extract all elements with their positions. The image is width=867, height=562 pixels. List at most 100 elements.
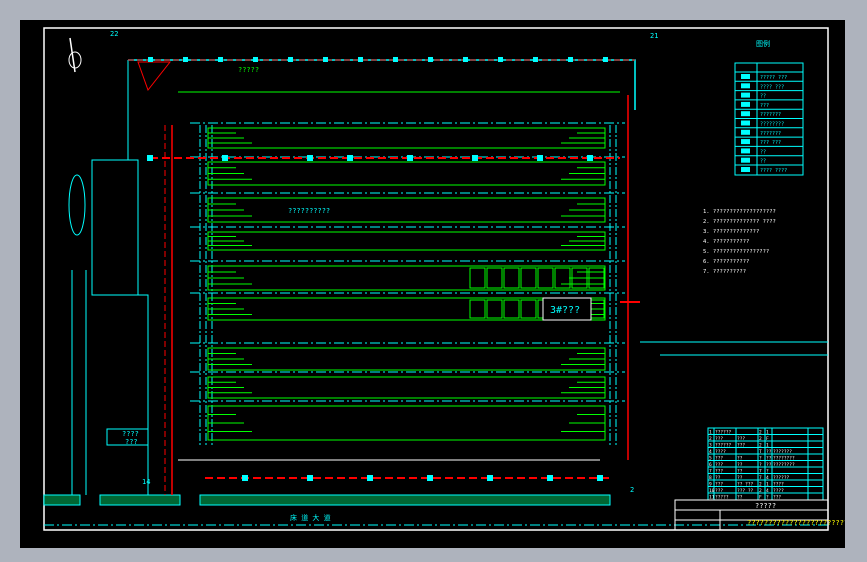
legend-symbol-icon — [741, 101, 750, 107]
hydrant-icon — [307, 475, 313, 481]
legend-row-label: ??? — [760, 103, 769, 109]
top-note: ????? — [238, 66, 259, 74]
stack-block — [503, 299, 520, 319]
legend-title: 图例 — [756, 39, 770, 48]
top-hydrant-icon — [393, 57, 398, 62]
bottom-mark: 2 — [630, 486, 634, 494]
legend-row-label: ??????? — [760, 112, 781, 118]
legend-symbol-icon — [741, 167, 750, 172]
axis-label-14: 14 — [142, 478, 150, 486]
legend-symbol-icon — [741, 92, 750, 98]
legend-symbol-icon — [741, 120, 750, 126]
note-line: 4. ??????????? — [703, 239, 749, 245]
hydrant-icon — [367, 475, 373, 481]
stack-block — [520, 267, 537, 289]
note-line: 1. ??????????????????? — [703, 209, 776, 215]
hydrant-icon — [407, 155, 413, 161]
legend-row-label: ????? ??? — [760, 75, 787, 81]
hydrant-icon — [587, 155, 593, 161]
bay-row-5 — [207, 265, 606, 291]
legend-row-label: ??????? — [760, 131, 781, 137]
center-note: ?????????? — [288, 207, 330, 215]
top-hydrant-icon — [428, 57, 433, 62]
north-arrow-icon — [68, 37, 82, 73]
hatched-area — [137, 61, 172, 92]
stack-block — [486, 267, 503, 289]
note-line: 5. ????????????????? — [703, 249, 769, 255]
hydrant-icon — [547, 475, 553, 481]
note-line: 6. ??????????? — [703, 259, 749, 265]
legend-row-label: ???? ???? — [760, 168, 787, 174]
hydrant-icon — [487, 475, 493, 481]
title-project: ???????????????????????? — [747, 519, 845, 527]
annex-building — [91, 159, 139, 296]
note-line: 2. ?????????????? ???? — [703, 219, 776, 225]
tank — [68, 174, 86, 236]
hydrant-icon — [472, 155, 478, 161]
road-curb-0 — [43, 494, 81, 506]
site-plan-drawing[interactable]: 22 21 14 ????? ?????????? 3#??? ???? ???… — [20, 20, 845, 548]
top-hydrant-icon — [358, 57, 363, 62]
legend-symbol-icon — [741, 139, 750, 145]
note-line: 3. ?????????????? — [703, 229, 759, 235]
legend-table: 图例 ????? ??????? ???????????????????????… — [734, 39, 804, 176]
stack-block — [469, 299, 486, 319]
legend-symbol-icon — [741, 74, 750, 79]
hydrant-icon — [427, 475, 433, 481]
left-box-line1: ???? — [122, 430, 139, 438]
top-hydrant-icon — [183, 57, 188, 62]
bay-row-2 — [207, 161, 606, 186]
building-outline — [43, 59, 828, 526]
road-curb-2 — [199, 494, 611, 506]
top-hydrant-icon — [568, 57, 573, 62]
legend-row-label: ?? — [760, 159, 766, 165]
hydrant-icon — [347, 155, 353, 161]
legend-row-label: ?? — [760, 149, 766, 155]
stack-block — [469, 267, 486, 289]
axis-label-22: 22 — [110, 30, 118, 38]
legend-symbol-icon — [741, 83, 750, 89]
hydrant-icon — [597, 475, 603, 481]
outer-wall-top — [128, 59, 636, 110]
stack-block — [554, 267, 571, 289]
bay-row-9 — [207, 405, 606, 441]
top-hydrant-icon — [253, 57, 258, 62]
hydrant-icon — [537, 155, 543, 161]
top-hydrant-icon — [218, 57, 223, 62]
top-hydrant-icon — [288, 57, 293, 62]
top-hydrant-icon — [533, 57, 538, 62]
equipment-table: 1?????? 2 12?????? 2 F3????????? 2 14???? T????… — [707, 427, 824, 501]
stack-block — [503, 267, 520, 289]
cad-drawing-viewport[interactable]: 22 21 14 ????? ?????????? 3#??? ???? ???… — [20, 20, 845, 548]
stack-block — [537, 267, 554, 289]
title-name: ????? — [755, 502, 776, 510]
road-curb-1 — [99, 494, 181, 506]
hydrant-icon — [242, 475, 248, 481]
legend-row-label: ???? ??? — [760, 84, 784, 90]
road-label: 床 道 大 道 — [290, 513, 331, 522]
legend-row-label: ??? ??? — [760, 140, 781, 146]
left-box-line2: ??? — [125, 438, 138, 446]
bay-row-1 — [207, 127, 606, 149]
legend-symbol-icon — [741, 111, 750, 117]
note-line: 7. ?????????? — [703, 269, 746, 275]
bay-row-4 — [207, 231, 606, 251]
notes-block: 1. ??????????????????? 2. ?????????????? … — [703, 209, 776, 275]
top-hydrant-icon — [463, 57, 468, 62]
bay-row-3 — [207, 197, 606, 223]
bay-row-8 — [207, 376, 606, 399]
stack-block — [486, 299, 503, 319]
stack-block — [520, 299, 537, 319]
top-hydrant-icon — [498, 57, 503, 62]
legend-row-label: ???????? — [760, 122, 784, 128]
bay-row-7 — [207, 347, 606, 371]
storage-bays — [190, 122, 625, 441]
top-hydrant-icon — [323, 57, 328, 62]
top-hydrant-icon — [603, 57, 608, 62]
axis-label-21: 21 — [650, 32, 658, 40]
legend-symbol-icon — [741, 157, 750, 163]
legend-symbol-icon — [741, 148, 750, 154]
hydrant-icon — [147, 155, 153, 161]
hydrant-icon — [222, 155, 228, 161]
station-3-label: 3#??? — [550, 305, 580, 316]
